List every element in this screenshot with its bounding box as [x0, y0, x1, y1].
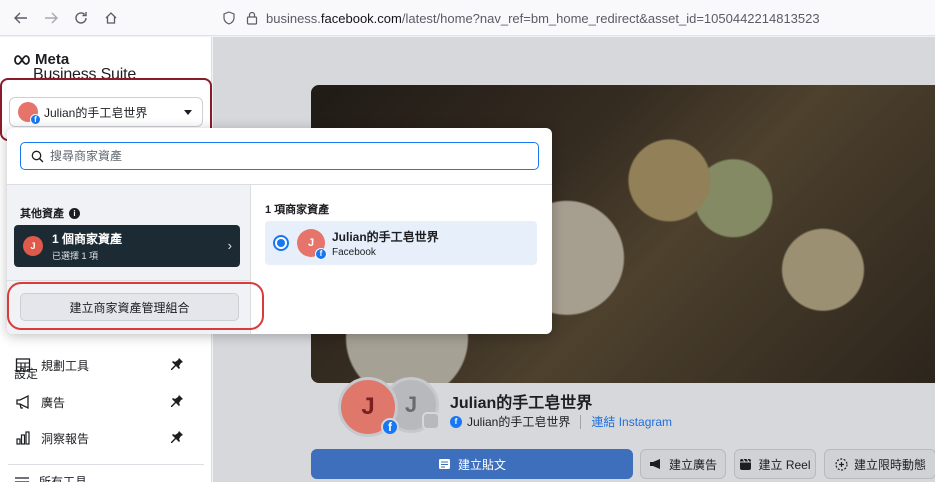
asset-list-item[interactable]: J f Julian的手工皂世界 Facebook [265, 221, 537, 265]
story-plus-icon [835, 457, 848, 471]
asset-group-card[interactable]: J 1 個商家資產 已選擇 1 項 › [14, 225, 240, 267]
page-avatar-letter: J [361, 393, 375, 420]
sidebar-item-label: 廣告 [41, 395, 66, 410]
annotation-highlight-create-button [7, 282, 264, 330]
assets-list-panel: 1 項商家資產 J f Julian的手工皂世界 Facebook [251, 184, 552, 334]
facebook-page-name[interactable]: Julian的手工皂世界 [467, 413, 570, 430]
lock-icon[interactable] [246, 11, 258, 25]
create-ad-label: 建立廣告 [668, 457, 717, 472]
sidebar-item-all-tools[interactable]: 所有工具 [14, 473, 87, 482]
url-host: facebook.com [320, 10, 402, 26]
sidebar-item-label: 洞察報告 [41, 431, 90, 446]
info-icon[interactable]: i [69, 207, 80, 219]
post-icon [438, 459, 450, 469]
shield-icon[interactable] [222, 11, 236, 25]
facebook-icon: f [450, 415, 462, 428]
ig-avatar-letter: J [404, 392, 418, 417]
reload-icon[interactable] [70, 7, 92, 29]
create-reel-button[interactable]: 建立 Reel [734, 449, 816, 479]
create-post-label: 建立貼文 [457, 457, 506, 472]
other-assets-heading: 其他資產 i [20, 205, 80, 221]
calendar-grid-icon [14, 356, 32, 374]
radio-selected-icon[interactable] [273, 235, 289, 251]
separator [580, 414, 582, 429]
pin-icon[interactable] [170, 430, 184, 444]
back-arrow-icon[interactable] [10, 7, 32, 29]
sidebar-item-label: 所有工具 [39, 475, 88, 482]
megaphone-icon [649, 458, 663, 470]
pin-icon[interactable] [170, 394, 184, 408]
create-ad-button[interactable]: 建立廣告 [640, 449, 726, 479]
assets-count-heading: 1 項商家資產 [265, 204, 330, 216]
forward-arrow-icon[interactable] [40, 7, 62, 29]
search-input[interactable] [50, 149, 490, 163]
create-reel-label: 建立 Reel [758, 457, 811, 472]
asset-avatar: J f [297, 229, 327, 260]
sidebar-item-label: 規劃工具 [41, 358, 90, 373]
asset-avatar: J [23, 236, 43, 256]
menu-icon [15, 476, 29, 482]
panel-divider [7, 280, 251, 281]
other-assets-heading-text: 其他資產 [20, 208, 64, 220]
bar-chart-icon [14, 429, 32, 447]
search-icon [31, 150, 44, 162]
page-name: Julian的手工皂世界 [450, 395, 593, 412]
asset-card-subtitle: 已選擇 1 項 [52, 251, 99, 261]
browser-toolbar: business. facebook.com/latest/home?nav_re… [0, 0, 935, 36]
asset-avatar-letter: J [307, 237, 315, 249]
create-post-button[interactable]: 建立貼文 [311, 449, 633, 479]
url-prefix: business. [266, 10, 321, 26]
home-icon[interactable] [100, 7, 122, 29]
megaphone-icon [14, 393, 32, 411]
page-profile-avatar[interactable]: J f [338, 377, 399, 437]
meta-infinity-icon [14, 54, 30, 65]
instagram-badge-icon [422, 412, 440, 430]
url-path: /latest/home?nav_ref=bm_home_redirect&as… [401, 10, 820, 26]
facebook-badge-icon: f [381, 418, 399, 436]
facebook-badge-icon: f [315, 248, 327, 260]
create-story-button[interactable]: 建立限時動態 [824, 449, 935, 479]
search-field[interactable] [20, 142, 539, 170]
address-bar[interactable]: business. facebook.com/latest/home?nav_re… [222, 5, 935, 31]
connect-instagram-link[interactable]: 連結 Instagram [591, 413, 672, 430]
sidebar-divider [8, 464, 204, 465]
create-story-label: 建立限時動態 [854, 457, 927, 472]
pin-icon[interactable] [170, 357, 184, 371]
sidebar-item-insights[interactable]: 洞察報告 [14, 427, 190, 449]
sidebar-item-planner[interactable]: 規劃工具 [14, 354, 190, 376]
page-accounts-row: f Julian的手工皂世界 連結 Instagram [450, 413, 672, 430]
sidebar-item-ads[interactable]: 廣告 [14, 391, 190, 413]
asset-platform: Facebook [332, 247, 376, 258]
reel-icon [739, 458, 752, 471]
chevron-right-icon: › [227, 238, 232, 253]
asset-name: Julian的手工皂世界 [332, 230, 439, 244]
asset-card-title: 1 個商家資產 [52, 232, 123, 246]
